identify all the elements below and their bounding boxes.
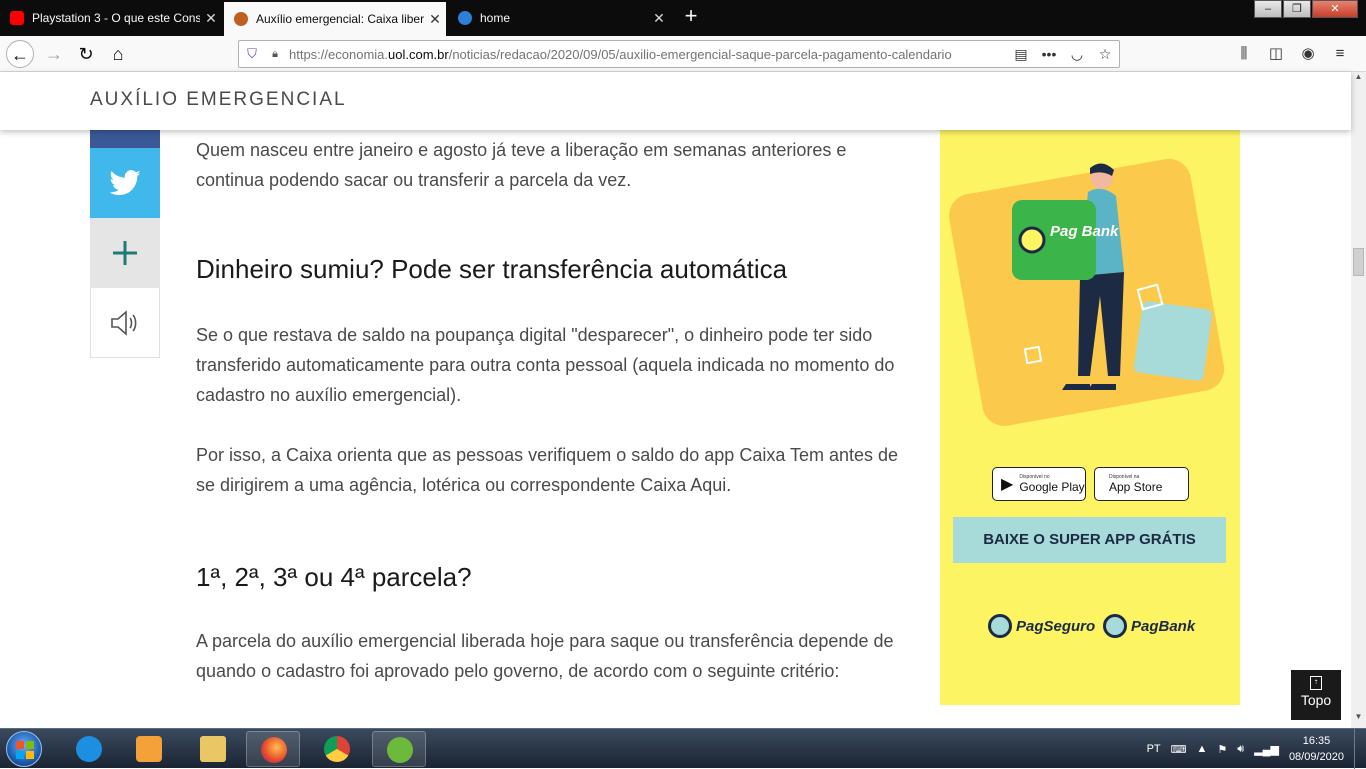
paragraph: Quem nasceu entre janeiro e agosto já te… (196, 140, 847, 190)
lock-icon[interactable]: 🔒︎ (265, 48, 285, 61)
scrollbar-thumb[interactable] (1353, 248, 1364, 276)
site-header: AUXÍLIO EMERGENCIAL (0, 72, 1351, 130)
pagbank-advertisement[interactable]: Pag Bank ▶ Disponível no Google Play Disp… (940, 130, 1240, 705)
chrome-icon (324, 736, 350, 762)
youtube-icon (10, 11, 24, 25)
taskbar-utorrent[interactable] (372, 731, 426, 767)
action-center-icon[interactable]: ⚑ (1217, 743, 1227, 756)
pocket-icon[interactable]: ◡ (1063, 46, 1091, 63)
arrow-up-icon: ⇡ (1310, 676, 1322, 690)
tab-playstation[interactable]: Playstation 3 - O que este Console ✕ (0, 2, 222, 34)
firefox-icon (261, 737, 287, 763)
listen-audio-button[interactable] (90, 288, 160, 358)
tracking-shield-icon[interactable]: ⛉ (239, 46, 265, 62)
paragraph: Por isso, a Caixa orienta que as pessoas… (196, 445, 899, 495)
taskbar-internet-explorer[interactable] (62, 731, 116, 767)
paragraph: Se o que restava de saldo na poupança di… (196, 325, 895, 405)
back-to-top-button[interactable]: ⇡ Topo (1291, 670, 1341, 720)
tab-title: Auxílio emergencial: Caixa libera (256, 12, 424, 26)
card-brand-text: Pag Bank (1050, 223, 1119, 240)
tab-home[interactable]: home ✕ (448, 2, 670, 34)
system-tray: PT ⌨ ▲ ⚑ 🔊︎ ▂▄▆ 16:35 08/09/2020 (1147, 729, 1366, 769)
url-text[interactable]: https://economia.uol.com.br/noticias/red… (285, 47, 1007, 62)
bookmark-star-icon[interactable]: ☆ (1091, 46, 1119, 63)
media-player-icon (136, 736, 162, 762)
window-controls: – ❐ ✕ (1253, 0, 1358, 18)
facebook-share-button[interactable] (90, 130, 160, 148)
start-button[interactable] (6, 731, 42, 767)
google-play-button[interactable]: ▶ Disponível no Google Play (992, 467, 1086, 501)
folder-icon (200, 736, 226, 762)
more-share-button[interactable] (90, 218, 160, 288)
taskbar-media-player[interactable] (122, 731, 176, 767)
close-tab-icon[interactable]: ✕ (424, 11, 446, 28)
close-window-button[interactable]: ✕ (1312, 0, 1358, 18)
home-favicon-icon (458, 11, 472, 25)
reload-button[interactable]: ↻ (72, 40, 100, 68)
home-button[interactable]: ⌂ (104, 40, 132, 68)
account-icon[interactable]: ◉ (1292, 40, 1324, 68)
close-tab-icon[interactable]: ✕ (648, 10, 670, 27)
tab-strip: Playstation 3 - O que este Console ✕ Aux… (0, 0, 1366, 36)
taskbar-chrome[interactable] (310, 731, 364, 767)
back-button[interactable]: ← (6, 40, 34, 68)
reader-view-icon[interactable]: ▤ (1007, 46, 1035, 63)
twitter-icon (109, 170, 141, 196)
forward-button[interactable]: → (40, 40, 68, 68)
plus-icon (113, 241, 137, 265)
tab-title: home (480, 11, 511, 25)
close-tab-icon[interactable]: ✕ (200, 10, 222, 27)
network-icon[interactable]: ▂▄▆ (1254, 743, 1279, 756)
windows-taskbar: PT ⌨ ▲ ⚑ 🔊︎ ▂▄▆ 16:35 08/09/2020 (0, 728, 1366, 769)
keyboard-icon[interactable]: ⌨ (1171, 743, 1187, 756)
page-actions-icon[interactable]: ••• (1035, 46, 1063, 62)
windows-logo-icon (16, 741, 34, 759)
speaker-icon (111, 309, 137, 336)
section-title[interactable]: AUXÍLIO EMERGENCIAL (90, 89, 347, 111)
taskbar-firefox[interactable] (246, 731, 300, 767)
paragraph: A parcela do auxílio emergencial liberad… (196, 631, 894, 681)
navigation-toolbar: ← → ↻ ⌂ ⛉ 🔒︎ https://economia.uol.com.br… (0, 36, 1366, 72)
pagseguro-icon (988, 614, 1012, 638)
menu-icon[interactable]: ≡ (1324, 40, 1356, 68)
pagseguro-logo: PagSeguro (988, 614, 1095, 638)
language-indicator[interactable]: PT (1147, 743, 1161, 755)
uol-favicon-icon (234, 12, 248, 26)
internet-explorer-icon (76, 736, 102, 762)
scroll-down-arrow-icon[interactable]: ▼ (1351, 712, 1366, 728)
volume-icon[interactable]: 🔊︎ (1237, 743, 1244, 756)
scroll-up-arrow-icon[interactable]: ▲ (1351, 72, 1366, 88)
minimize-button[interactable]: – (1254, 0, 1282, 18)
show-desktop-button[interactable] (1354, 729, 1366, 769)
twitter-share-button[interactable] (90, 148, 160, 218)
library-icon[interactable]: ⫼ (1228, 40, 1260, 68)
section-heading: Dinheiro sumiu? Pode ser transferência a… (196, 254, 788, 284)
download-app-button[interactable]: BAIXE O SUPER APP GRÁTIS (953, 517, 1226, 563)
pagbank-icon (1103, 614, 1127, 638)
ad-illustration (949, 158, 1225, 426)
section-heading: 1ª, 2ª, 3ª ou 4ª parcela? (196, 562, 472, 592)
app-store-button[interactable]: Disponível na App Store (1094, 467, 1189, 501)
address-bar[interactable]: ⛉ 🔒︎ https://economia.uol.com.br/noticia… (238, 40, 1120, 68)
play-icon: ▶ (1001, 476, 1014, 493)
taskbar-file-explorer[interactable] (186, 731, 240, 767)
taskbar-clock[interactable]: 16:35 08/09/2020 (1289, 733, 1344, 765)
maximize-button[interactable]: ❐ (1283, 0, 1311, 18)
utorrent-icon (387, 737, 413, 763)
tab-title: Playstation 3 - O que este Console (32, 11, 200, 25)
tab-auxilio[interactable]: Auxílio emergencial: Caixa libera ✕ (224, 2, 446, 36)
pagbank-logo: PagBank (1103, 614, 1195, 638)
sidebar-icon[interactable]: ◫ (1260, 40, 1292, 68)
page-scrollbar[interactable]: ▲ ▼ (1351, 72, 1366, 728)
show-hidden-icons-icon[interactable]: ▲ (1197, 743, 1208, 755)
new-tab-button[interactable]: + (680, 4, 702, 30)
